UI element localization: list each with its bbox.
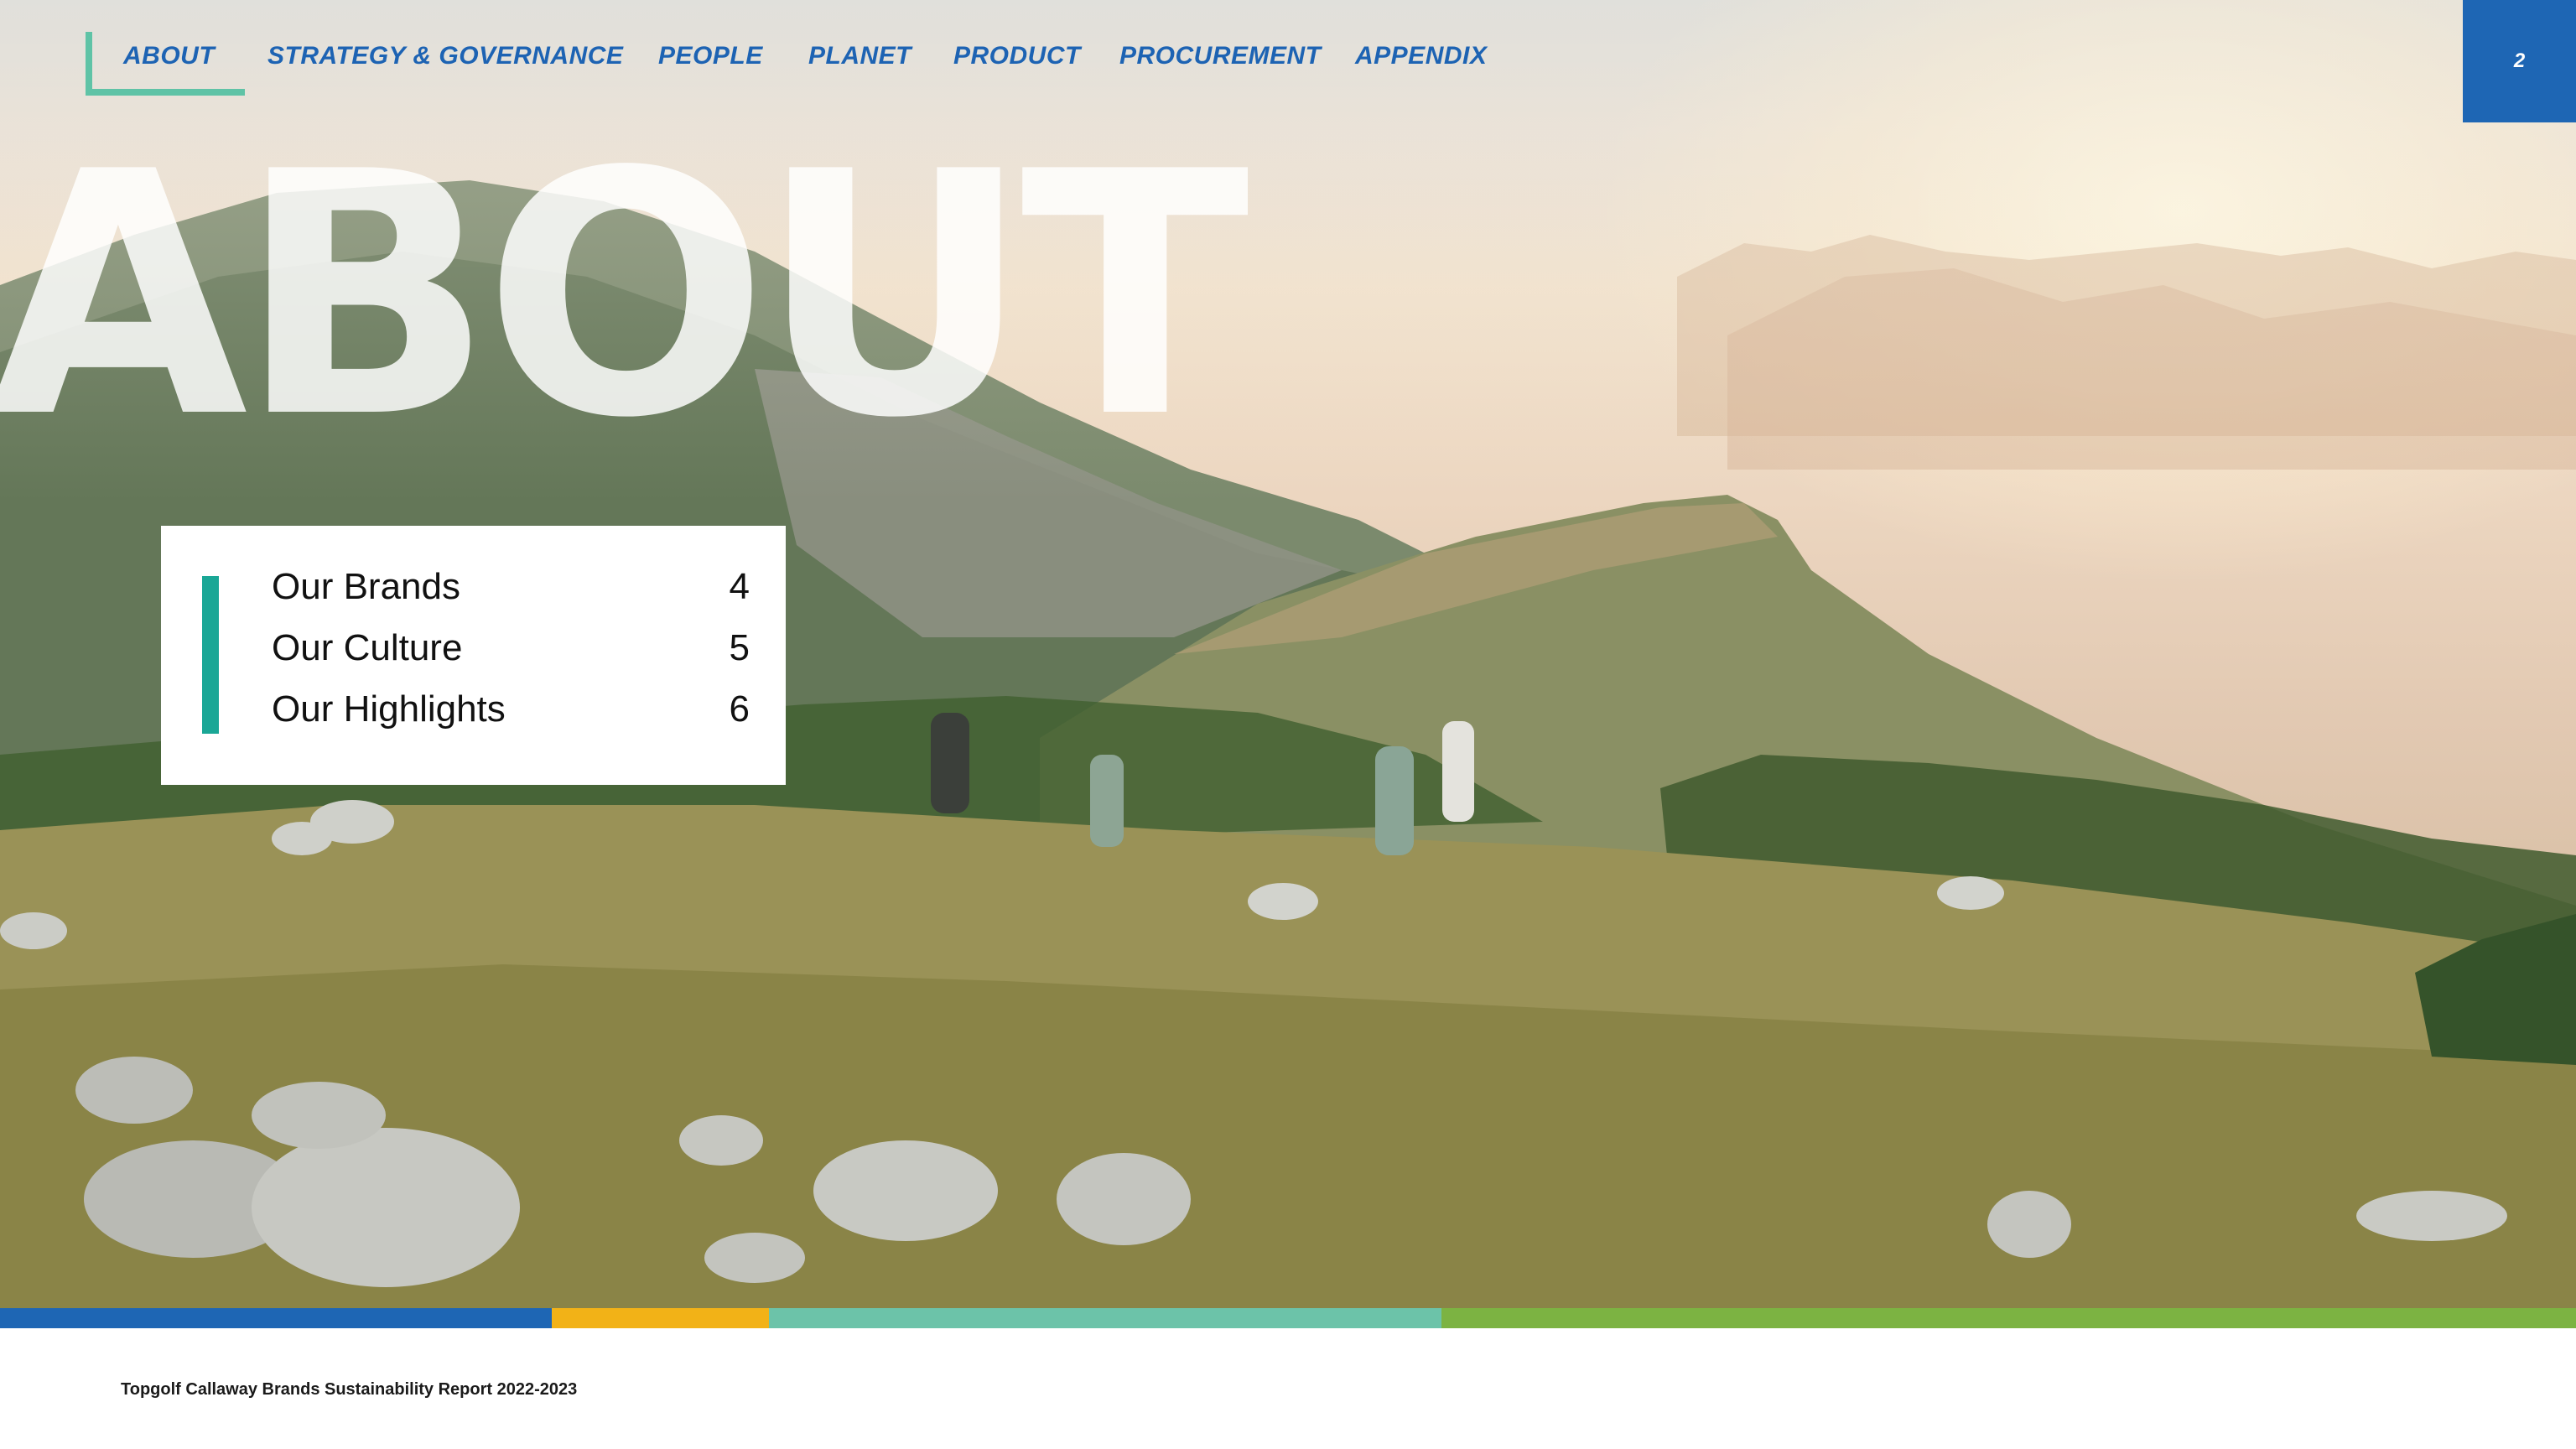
nav-appendix[interactable]: APPENDIX: [1355, 42, 1487, 70]
stripe-green: [1441, 1308, 2576, 1328]
toc-item-page: 6: [729, 688, 750, 730]
toc-item-page: 5: [729, 627, 750, 668]
toc-item-our-brands[interactable]: Our Brands 4: [272, 566, 750, 616]
footer-report-title: Topgolf Callaway Brands Sustainability R…: [121, 1380, 578, 1399]
rock: [75, 1057, 193, 1124]
page-number: 2: [2463, 0, 2576, 122]
rock: [272, 822, 332, 855]
rock: [1057, 1153, 1191, 1245]
toc-item-our-highlights[interactable]: Our Highlights 6: [272, 688, 750, 739]
rock: [1248, 883, 1318, 920]
stripe-teal: [769, 1308, 1441, 1328]
rock: [2356, 1191, 2507, 1241]
page-title: ABOUT: [0, 101, 1249, 491]
rock: [1937, 876, 2004, 910]
toc-item-page: 4: [729, 566, 750, 607]
rock: [252, 1128, 520, 1287]
toc-item-label: Our Culture: [272, 627, 463, 668]
toc-item-our-culture[interactable]: Our Culture 5: [272, 627, 750, 678]
rock: [0, 912, 67, 949]
rock: [252, 1082, 386, 1149]
section-toc-card: Our Brands 4 Our Culture 5 Our Highlight…: [161, 526, 786, 785]
toc-item-label: Our Highlights: [272, 688, 506, 730]
top-navigation: ABOUT STRATEGY & GOVERNANCE PEOPLE PLANE…: [0, 0, 2576, 117]
rock: [704, 1233, 805, 1283]
toc-accent-bar: [202, 576, 219, 734]
rock: [679, 1115, 763, 1166]
nav-planet[interactable]: PLANET: [808, 42, 911, 70]
nav-product[interactable]: PRODUCT: [953, 42, 1081, 70]
nav-people[interactable]: PEOPLE: [658, 42, 763, 70]
nav-about[interactable]: ABOUT: [123, 42, 215, 70]
nav-strategy-governance[interactable]: STRATEGY & GOVERNANCE: [267, 42, 623, 70]
rock: [1987, 1191, 2071, 1258]
stripe-blue: [0, 1308, 552, 1328]
stripe-yellow: [552, 1308, 769, 1328]
nav-procurement[interactable]: PROCUREMENT: [1119, 42, 1322, 70]
toc-item-label: Our Brands: [272, 566, 460, 607]
rock: [813, 1140, 998, 1241]
